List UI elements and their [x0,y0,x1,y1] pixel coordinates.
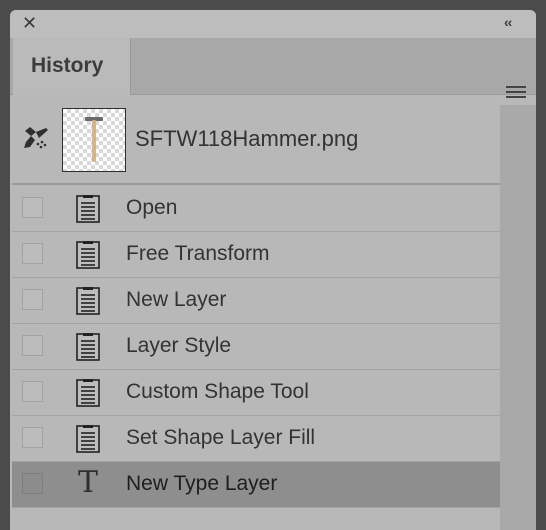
history-state-new-type-layer[interactable]: T New Type Layer [12,462,500,508]
history-state-label: Layer Style [126,334,232,357]
panel-titlebar: ✕ ‹‹ [10,10,536,38]
history-state-free-transform[interactable]: Free Transform [12,232,500,278]
document-icon [76,379,100,407]
source-checkbox[interactable] [22,473,43,494]
source-checkbox[interactable] [22,289,43,310]
close-icon[interactable]: ✕ [22,14,40,32]
history-state-new-layer[interactable]: New Layer [12,278,500,324]
source-checkbox[interactable] [22,335,43,356]
snapshot-label: SFTW118Hammer.png [135,126,359,151]
history-state-label: Open [126,196,178,219]
history-state-label: New Layer [126,288,227,311]
history-state-label: Set Shape Layer Fill [126,426,316,449]
type-tool-icon: T [78,465,99,500]
history-state-label: Free Transform [126,242,270,265]
source-checkbox[interactable] [22,197,43,218]
history-state-label: New Type Layer [126,472,278,495]
tab-history[interactable]: History [13,38,131,95]
document-icon [76,333,100,361]
source-checkbox[interactable] [22,381,43,402]
source-checkbox[interactable] [22,243,43,264]
hamburger-menu-icon[interactable] [506,86,526,100]
history-states: Open Free Transform New Layer Layer Styl… [12,186,500,508]
tab-label: History [31,54,104,77]
document-icon [76,287,100,315]
hammer-image [85,117,103,162]
history-state-set-shape-layer-fill[interactable]: Set Shape Layer Fill [12,416,500,462]
source-checkbox[interactable] [22,427,43,448]
history-brush-icon[interactable] [22,125,50,151]
document-icon [76,425,100,453]
scrollbar[interactable] [500,105,536,530]
history-state-custom-shape-tool[interactable]: Custom Shape Tool [12,370,500,416]
double-chevron-left-icon[interactable]: ‹‹ [504,14,520,30]
history-panel: ✕ ‹‹ History SFTW118Hammer.png Open Free… [10,10,536,530]
history-state-open[interactable]: Open [12,186,500,232]
snapshot-thumbnail [62,108,126,172]
snapshot-row[interactable]: SFTW118Hammer.png [12,95,500,185]
history-list: SFTW118Hammer.png Open Free Transform Ne… [12,95,500,530]
tab-strip: History [10,38,536,98]
history-state-layer-style[interactable]: Layer Style [12,324,500,370]
history-state-label: Custom Shape Tool [126,380,309,403]
document-icon [76,195,100,223]
document-icon [76,241,100,269]
